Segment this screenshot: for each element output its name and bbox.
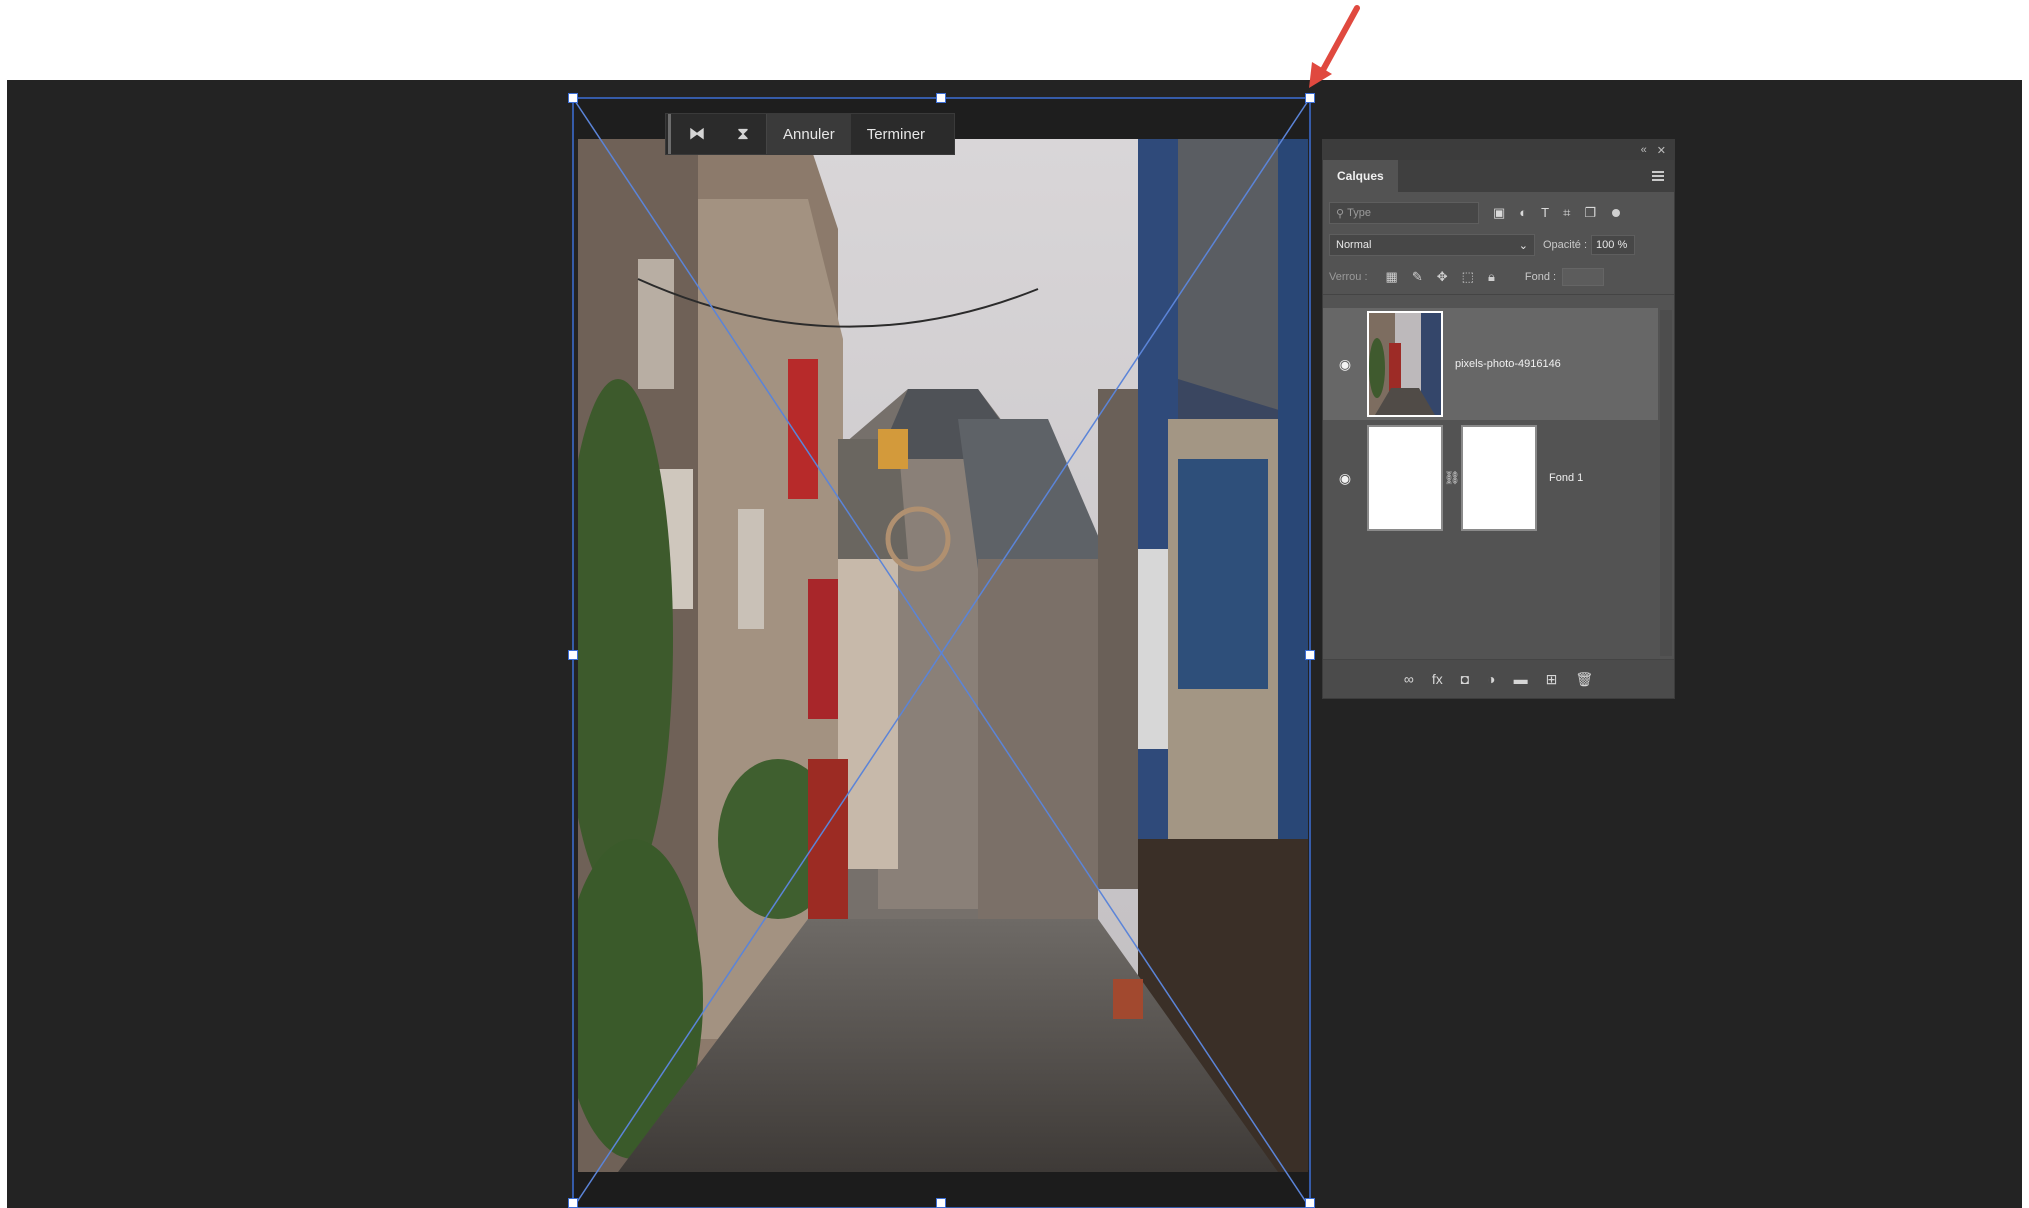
tab-layers[interactable]: Calques xyxy=(1323,160,1398,192)
transform-handle-top[interactable] xyxy=(936,93,946,103)
blend-mode-select[interactable]: Normal ⌄ xyxy=(1329,234,1535,256)
done-button[interactable]: Terminer xyxy=(851,114,941,154)
layer-row-photo[interactable]: ◉ pixels-photo-4916146 xyxy=(1323,308,1658,420)
lock-row: Verrou : ▦ ✎ ✥ ⬚ 🔒︎ Fond : xyxy=(1329,268,1668,286)
lock-transparent-icon[interactable]: ▦ xyxy=(1386,269,1398,285)
pixel-filter-icon[interactable]: ▣ xyxy=(1493,205,1505,221)
fill-input[interactable] xyxy=(1562,268,1605,286)
layer-filter-field[interactable]: ⚲ Type xyxy=(1329,202,1479,224)
layer-filter-row: ⚲ Type ▣ ◐ T ⌗ ❐ xyxy=(1329,202,1668,224)
transform-handle-bottom-left[interactable] xyxy=(568,1198,578,1208)
adjustment-layer-icon[interactable]: ◑ xyxy=(1487,671,1495,687)
filter-toggle-icon[interactable] xyxy=(1612,209,1621,217)
lock-label: Verrou : xyxy=(1329,271,1368,283)
collapse-icon[interactable]: « xyxy=(1641,144,1647,156)
layers-panel: « ✕ Calques ⚲ Type ▣ ◐ T ⌗ ❐ Normal ⌄ Op… xyxy=(1322,139,1675,699)
type-filter-icon[interactable]: T xyxy=(1541,205,1549,221)
layers-scrollbar[interactable] xyxy=(1660,310,1672,656)
lock-image-icon[interactable]: ✎ xyxy=(1412,269,1423,285)
transform-handle-top-right[interactable] xyxy=(1305,93,1315,103)
new-layer-icon[interactable]: ⊞ xyxy=(1546,671,1558,688)
chevron-down-icon: ⌄ xyxy=(1518,239,1528,252)
annotation-arrow xyxy=(1320,5,1360,73)
shape-filter-icon[interactable]: ⌗ xyxy=(1563,205,1570,221)
adjustment-filter-icon[interactable]: ◐ xyxy=(1519,205,1527,221)
transform-handle-bottom[interactable] xyxy=(936,1198,946,1208)
layer-style-icon[interactable]: fx xyxy=(1432,671,1443,687)
flip-vertical-icon[interactable]: ⧗ xyxy=(720,114,766,154)
opacity-input[interactable]: 100 % xyxy=(1591,235,1636,255)
trash-icon[interactable]: 🗑︎ xyxy=(1575,671,1593,688)
blend-row: Normal ⌄ Opacité : 100 % xyxy=(1329,234,1668,256)
layer-name[interactable]: pixels-photo-4916146 xyxy=(1455,358,1561,370)
search-icon: ⚲ xyxy=(1336,207,1348,220)
smart-object-filter-icon[interactable]: ❐ xyxy=(1584,205,1596,221)
cancel-button[interactable]: Annuler xyxy=(767,114,851,154)
filter-placeholder: Type xyxy=(1347,207,1371,219)
link-layers-icon[interactable]: ∞ xyxy=(1404,671,1414,687)
layer-thumbnail xyxy=(1367,425,1443,531)
add-mask-icon[interactable]: ◘ xyxy=(1461,671,1469,687)
close-icon[interactable]: ✕ xyxy=(1657,144,1666,157)
layers-panel-footer: ∞ fx ◘ ◑ ▬ ⊞ 🗑︎ xyxy=(1323,659,1674,698)
layer-name[interactable]: Fond 1 xyxy=(1549,472,1583,484)
layer-row-background[interactable]: ◉ ⛓ Fond 1 xyxy=(1323,422,1658,534)
blend-mode-value: Normal xyxy=(1336,239,1372,251)
layer-thumbnail xyxy=(1367,311,1443,417)
lock-all-icon[interactable]: 🔒︎ xyxy=(1488,269,1495,285)
transform-handle-right[interactable] xyxy=(1305,650,1315,660)
contextual-task-bar: ⧓ ⧗ Annuler Terminer xyxy=(665,113,955,155)
fill-label: Fond : xyxy=(1524,271,1557,283)
lock-position-icon[interactable]: ✥ xyxy=(1437,269,1448,285)
transform-handle-bottom-right[interactable] xyxy=(1305,1198,1315,1208)
visibility-eye-icon[interactable]: ◉ xyxy=(1323,470,1367,487)
link-icon[interactable]: ⛓ xyxy=(1443,470,1461,486)
opacity-label: Opacité : xyxy=(1543,239,1588,251)
lock-artboard-icon[interactable]: ⬚ xyxy=(1462,269,1474,285)
panel-menu-icon[interactable] xyxy=(1652,171,1664,181)
layer-mask-thumbnail[interactable] xyxy=(1461,425,1537,531)
flip-horizontal-icon[interactable]: ⧓ xyxy=(674,114,720,154)
transform-box[interactable] xyxy=(0,0,2029,1208)
visibility-eye-icon[interactable]: ◉ xyxy=(1323,356,1367,373)
new-group-icon[interactable]: ▬ xyxy=(1514,671,1528,687)
transform-handle-left[interactable] xyxy=(568,650,578,660)
transform-handle-top-left[interactable] xyxy=(568,93,578,103)
